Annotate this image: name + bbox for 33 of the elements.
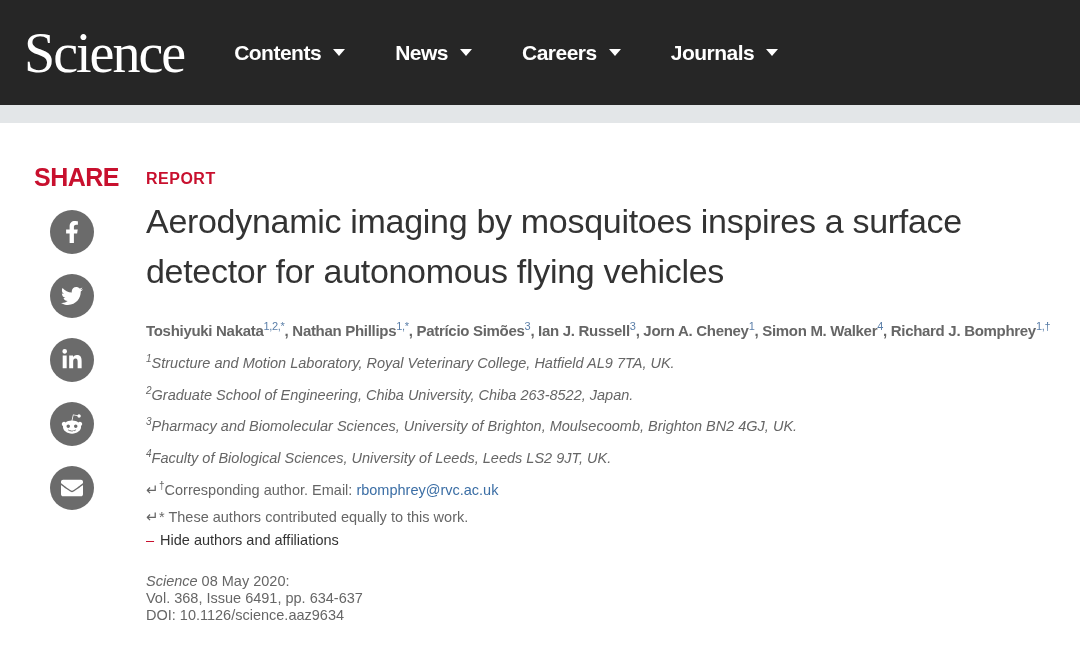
citation-line: Science 08 May 2020: — [146, 573, 291, 591]
author-list: Toshiyuki Nakata$^{1,2,*}$, Nathan Phillips$^{1,*}$, Patrício Simões$^{3}$, Ian J. Russell$^{3}$, Jorn A. Cheney$^{1}$, Simon M. Walker$^{4}$, Richard J. Bomphrey$^{1,†}$ — [146, 312, 1060, 345]
share-label: SHARE — [34, 163, 119, 192]
science-logo[interactable]: Science — [24, 20, 185, 85]
caret-icon — [333, 49, 346, 56]
hide-authors-link[interactable]: – Hide authors and affiliations — [146, 532, 339, 549]
article-title: Aerodynamic imaging by mosquitoes inspires a surface detector for autonomous flying vehicles — [146, 201, 963, 292]
affiliation: $^{3}$Pharmacy and Biomolecular Sciences, University of Brighton, Moulsecoomb, Brighton BN2 4GJ, UK. — [146, 415, 799, 437]
affiliation: $^{2}$Graduate School of Engineering, Chiba University, Chiba 263-8522, Japan. — [146, 383, 635, 405]
affiliation: $^{4}$Faculty of Biological Sciences, University of Leeds, Leeds LS2 9JT, UK. — [146, 447, 613, 469]
citation-line: DOI: 10.1126/science.aaz9634 — [146, 607, 346, 625]
nav-menu[interactable]: Contents — [234, 40, 346, 65]
citation-line: Vol. 368, Issue 6491, pp. 634-637 — [146, 590, 364, 608]
nav-menu[interactable]: Journals — [670, 40, 779, 65]
email-link[interactable]: rbomphrey@rvc.ac.uk — [356, 482, 499, 499]
affiliation: $^{1}$Structure and Motion Laboratory, Royal Veterinary College, Hatfield AL9 7TA, UK. — [146, 352, 676, 373]
caret-icon — [608, 49, 621, 56]
twitter-icon — [61, 285, 83, 307]
corresponding-note: ↵$^{†}$Corresponding author. Email: rbomphrey@rvc.ac.uk — [146, 479, 500, 501]
share-reddit-button[interactable] — [50, 402, 94, 446]
share-twitter-button[interactable] — [50, 274, 94, 318]
reddit-icon — [61, 413, 83, 435]
share-linkedin-button[interactable] — [50, 338, 94, 382]
caret-icon — [766, 49, 779, 56]
nav-menu[interactable]: News — [395, 40, 472, 65]
email-icon — [61, 477, 83, 499]
caret-icon — [460, 49, 472, 56]
share-email-button[interactable] — [50, 466, 94, 510]
linkedin-icon — [61, 349, 83, 371]
share-facebook-button[interactable] — [50, 210, 94, 254]
equal-contribution-note: ↵* These authors contributed equally to this work. — [146, 508, 470, 528]
nav-menu[interactable]: Careers — [522, 40, 621, 65]
article-type: REPORT — [146, 170, 217, 188]
